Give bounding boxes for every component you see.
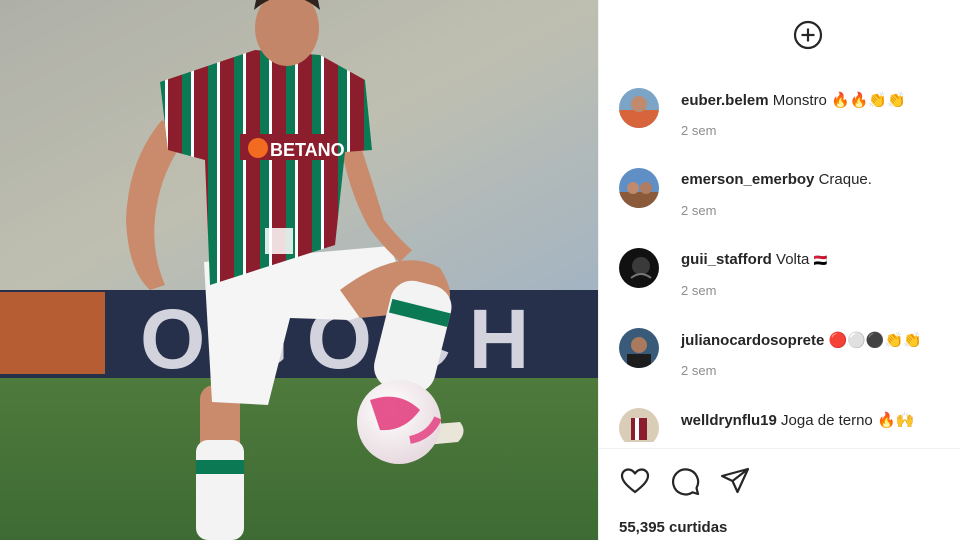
comment-item: welldrynflu19 Joga de terno 🔥🙌	[619, 400, 959, 442]
comment-text: guii_stafford Volta 🇾🇪	[681, 251, 827, 268]
jersey-sponsor-text: BETANO	[270, 140, 345, 160]
comment-time[interactable]: 2 sem	[681, 283, 716, 298]
avatar[interactable]	[619, 408, 659, 442]
like-button[interactable]	[619, 465, 651, 497]
comment-time[interactable]: 2 sem	[681, 123, 716, 138]
comment-item: guii_stafford Volta 🇾🇪 2 sem	[619, 240, 959, 300]
comment-body: Joga de terno	[781, 412, 873, 429]
share-button[interactable]	[719, 465, 751, 497]
comment-item: euber.belem Monstro 🔥🔥👏👏 2 sem	[619, 80, 959, 140]
avatar[interactable]	[619, 168, 659, 208]
plus-circle-icon	[793, 20, 823, 50]
comment-text: emerson_emerboy Craque.	[681, 171, 872, 188]
comment-emojis: 🔥🙌	[876, 412, 915, 429]
comment-body: Volta	[776, 251, 810, 268]
comment-time[interactable]: 2 sem	[681, 363, 716, 378]
comment-body: Monstro	[772, 92, 827, 109]
comment-item: julianocardosoprete 🔴⚪⚫👏👏 2 sem	[619, 320, 959, 380]
comment-text: julianocardosoprete 🔴⚪⚫👏👏	[681, 331, 922, 349]
heart-icon	[620, 468, 650, 494]
post-photo[interactable]: OGOCH BETANO	[0, 0, 598, 540]
comment-username[interactable]: julianocardosoprete	[681, 332, 824, 349]
avatar[interactable]	[619, 88, 659, 128]
comment-icon	[672, 468, 700, 496]
comment-item: emerson_emerboy Craque. 2 sem	[619, 160, 959, 220]
comment-body: Craque.	[818, 171, 872, 188]
comments-list[interactable]: euber.belem Monstro 🔥🔥👏👏 2 sem emerson_e…	[599, 80, 960, 442]
comment-username[interactable]: euber.belem	[681, 92, 769, 109]
comment-text: euber.belem Monstro 🔥🔥👏👏	[681, 91, 906, 109]
comment-emojis: 🇾🇪	[813, 255, 828, 267]
comment-emojis: 🔥🔥👏👏	[831, 92, 906, 109]
add-button[interactable]	[793, 20, 823, 50]
avatar[interactable]	[619, 328, 659, 368]
post-photo-image: OGOCH BETANO	[0, 0, 598, 540]
comment-username[interactable]: welldrynflu19	[681, 412, 777, 429]
comment-button[interactable]	[669, 465, 701, 497]
comment-username[interactable]: emerson_emerboy	[681, 171, 814, 188]
comment-emojis: 🔴⚪⚫👏👏	[828, 332, 922, 349]
post-sidebar: euber.belem Monstro 🔥🔥👏👏 2 sem emerson_e…	[598, 0, 960, 540]
comment-time[interactable]: 2 sem	[681, 203, 716, 218]
avatar[interactable]	[619, 248, 659, 288]
send-icon	[720, 467, 750, 494]
comment-text: welldrynflu19 Joga de terno 🔥🙌	[681, 411, 914, 429]
likes-count[interactable]: 55,395 curtidas	[619, 519, 727, 536]
divider	[599, 448, 960, 449]
comment-username[interactable]: guii_stafford	[681, 251, 772, 268]
